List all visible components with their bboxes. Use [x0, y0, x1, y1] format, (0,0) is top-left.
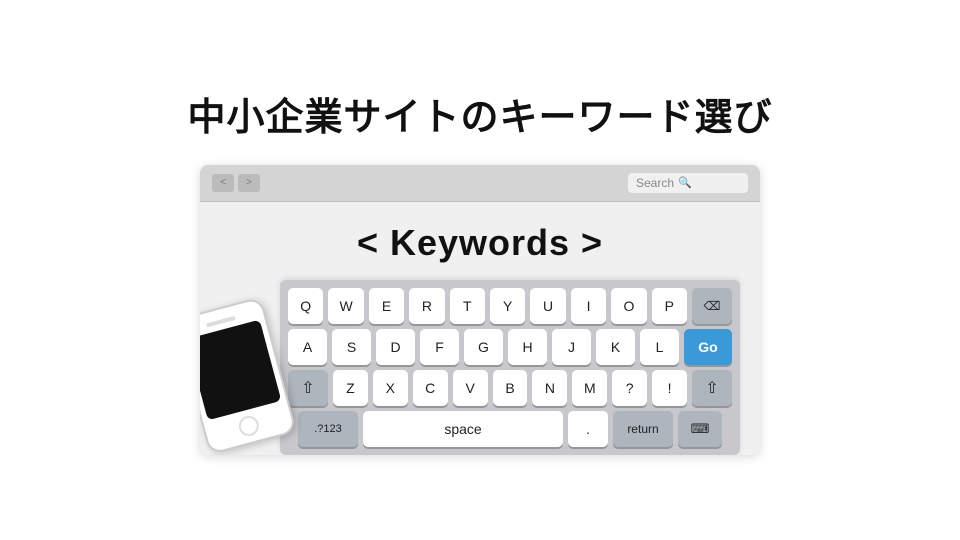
phone-speaker	[206, 315, 236, 327]
browser-search-box[interactable]: Search 🔍	[628, 173, 748, 193]
key-g[interactable]: G	[464, 329, 503, 365]
key-b[interactable]: B	[493, 370, 528, 406]
search-icon: 🔍	[678, 176, 692, 189]
keyboard-area: Q W E R T Y U I O P ⌫ A S D F	[220, 280, 740, 455]
search-label: Search	[636, 176, 674, 190]
key-n[interactable]: N	[532, 370, 567, 406]
key-return[interactable]: return	[613, 411, 673, 447]
keyboard-wrapper: Q W E R T Y U I O P ⌫ A S D F	[280, 280, 740, 455]
key-l[interactable]: L	[640, 329, 679, 365]
key-j[interactable]: J	[552, 329, 591, 365]
key-shift[interactable]: ⇧	[288, 370, 328, 406]
key-r[interactable]: R	[409, 288, 444, 324]
key-kb-icon[interactable]: ⌨	[678, 411, 722, 447]
key-go[interactable]: Go	[684, 329, 732, 365]
key-exclaim[interactable]: !	[652, 370, 687, 406]
key-shift-right[interactable]: ⇧	[692, 370, 732, 406]
key-period[interactable]: .	[568, 411, 608, 447]
key-m[interactable]: M	[572, 370, 607, 406]
key-u[interactable]: U	[530, 288, 565, 324]
browser-bar: < > Search 🔍	[200, 165, 760, 202]
browser-nav-buttons: < >	[212, 174, 260, 192]
keyboard-row-1: Q W E R T Y U I O P ⌫	[288, 288, 732, 324]
key-a[interactable]: A	[288, 329, 327, 365]
page-title: 中小企業サイトのキーワード選び	[187, 86, 772, 141]
key-question[interactable]: ?	[612, 370, 647, 406]
key-p[interactable]: P	[652, 288, 687, 324]
phone-screen	[200, 319, 281, 420]
key-num[interactable]: .?123	[298, 411, 358, 447]
key-e[interactable]: E	[369, 288, 404, 324]
browser-mockup: < > Search 🔍 < Keywords > Q W E R	[200, 165, 760, 455]
keywords-label: < Keywords >	[357, 222, 603, 264]
back-btn[interactable]: <	[212, 174, 234, 192]
key-x[interactable]: X	[373, 370, 408, 406]
key-i[interactable]: I	[571, 288, 606, 324]
key-t[interactable]: T	[450, 288, 485, 324]
key-s[interactable]: S	[332, 329, 371, 365]
key-c[interactable]: C	[413, 370, 448, 406]
key-w[interactable]: W	[328, 288, 363, 324]
key-h[interactable]: H	[508, 329, 547, 365]
forward-btn[interactable]: >	[238, 174, 260, 192]
key-o[interactable]: O	[611, 288, 646, 324]
key-f[interactable]: F	[420, 329, 459, 365]
phone-home-button	[237, 413, 261, 437]
key-delete[interactable]: ⌫	[692, 288, 732, 324]
keyboard-row-3: ⇧ Z X C V B N M ? ! ⇧	[288, 370, 732, 406]
keyboard-row-2: A S D F G H J K L Go	[288, 329, 732, 365]
key-k[interactable]: K	[596, 329, 635, 365]
browser-content: < Keywords > Q W E R T Y U I O	[200, 202, 760, 455]
key-z[interactable]: Z	[333, 370, 368, 406]
key-v[interactable]: V	[453, 370, 488, 406]
keyboard-row-4: .?123 space . return ⌨	[288, 411, 732, 447]
key-space[interactable]: space	[363, 411, 563, 447]
key-d[interactable]: D	[376, 329, 415, 365]
key-y[interactable]: Y	[490, 288, 525, 324]
key-q[interactable]: Q	[288, 288, 323, 324]
